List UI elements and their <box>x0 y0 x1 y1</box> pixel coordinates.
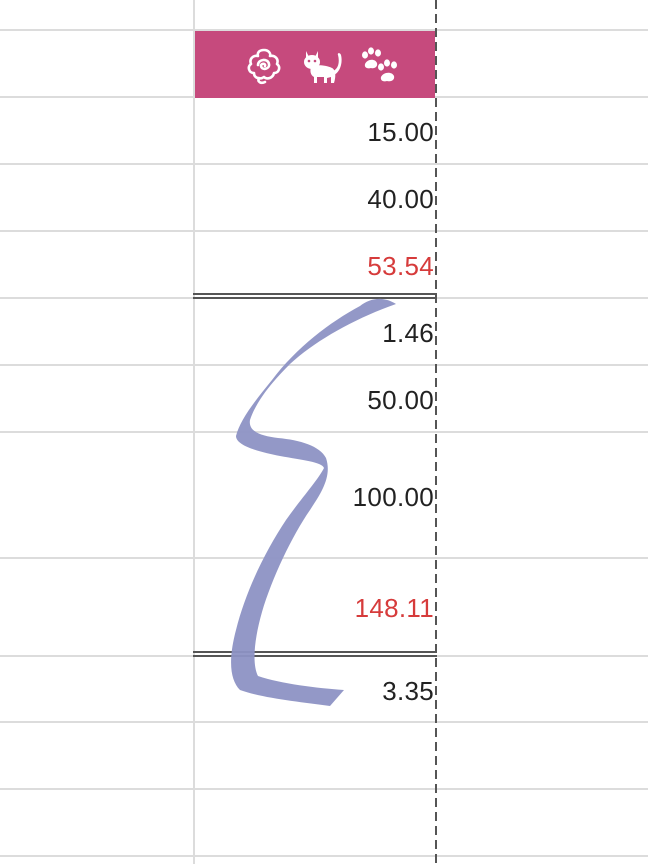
row-gridline <box>0 788 648 790</box>
cat-icon <box>302 45 346 92</box>
spreadsheet-grid: 15.00 40.00 53.54 1.46 50.00 100.00 148.… <box>0 0 648 864</box>
row-gridline <box>0 721 648 723</box>
row-gridline <box>0 431 648 433</box>
cell-value[interactable]: 3.35 <box>382 676 434 707</box>
page-break-line <box>435 0 437 864</box>
header-cell[interactable] <box>195 31 435 98</box>
cell-value[interactable]: 40.00 <box>367 184 434 215</box>
row-gridline <box>0 364 648 366</box>
rose-icon <box>243 45 285 92</box>
cell-value[interactable]: 50.00 <box>367 385 434 416</box>
cell-value[interactable]: 1.46 <box>382 318 434 349</box>
double-border <box>193 651 437 657</box>
row-gridline <box>0 557 648 559</box>
row-gridline <box>0 855 648 857</box>
double-border <box>193 293 437 299</box>
paw-print-icon <box>359 45 403 92</box>
row-gridline <box>0 230 648 232</box>
row-gridline <box>0 163 648 165</box>
cell-value[interactable]: 15.00 <box>367 117 434 148</box>
cell-value[interactable]: 100.00 <box>353 482 434 513</box>
column-gridline <box>193 0 195 864</box>
cell-value-highlighted[interactable]: 53.54 <box>367 251 434 282</box>
cell-value-highlighted[interactable]: 148.11 <box>355 593 434 624</box>
